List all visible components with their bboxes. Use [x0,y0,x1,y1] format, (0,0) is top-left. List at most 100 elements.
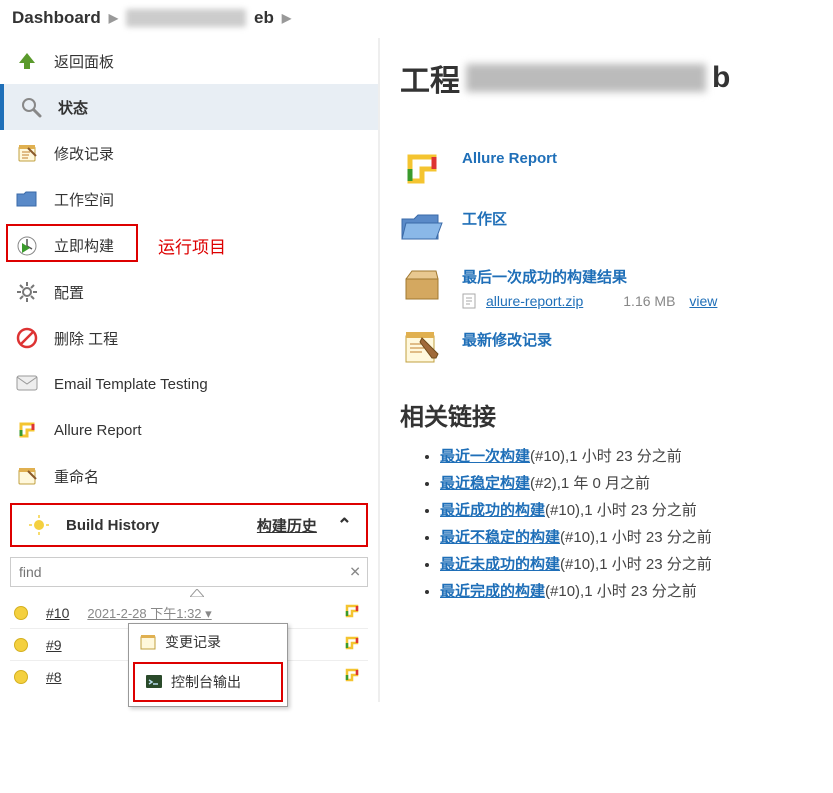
allure-icon [14,418,40,442]
sidebar: 返回面板 状态 修改记录 工作空间 [0,38,380,702]
breadcrumb: Dashboard ▶ eb ▶ [0,0,833,38]
breadcrumb-item-blurred [126,9,246,27]
gear-icon [14,280,40,304]
build-number[interactable]: #10 [46,605,69,621]
file-icon [462,293,476,309]
sidebar-item-email-template[interactable]: Email Template Testing [0,361,378,407]
build-history-list: #10 2021-2-28 下午1:32 ▾ 变更记录 控制台输出 [0,597,378,692]
chevron-right-icon: ▶ [282,11,291,25]
find-input[interactable] [11,558,367,586]
sidebar-item-label: 重命名 [54,466,99,487]
info-row-recent-changes: 最新修改记录 [400,319,813,377]
info-list: Allure Report 工作区 最后一次成功的构建结果 allure-rep… [400,140,813,377]
find-wrapper: ✕ [10,557,368,587]
sidebar-item-delete[interactable]: 删除 工程 [0,315,378,361]
main-content: 工程 b Allure Report 工作区 [380,38,833,702]
menu-caret-icon [190,589,204,597]
breadcrumb-tail: eb [254,8,274,28]
menu-item-label: 变更记录 [165,632,221,652]
allure-icon[interactable] [344,667,360,686]
related-link[interactable]: 最近未成功的构建 [440,556,560,573]
allure-icon[interactable] [344,635,360,654]
related-link[interactable]: 最近一次构建 [440,448,530,465]
sidebar-item-up[interactable]: 返回面板 [0,38,378,84]
recent-changes-link[interactable]: 最新修改记录 [462,332,552,349]
notepad-icon [14,141,40,165]
sidebar-item-label: 立即构建 [54,235,114,256]
menu-item-label: 控制台输出 [171,672,241,692]
folder-icon [14,187,40,211]
info-row-last-success: 最后一次成功的构建结果 allure-report.zip 1.16 MB vi… [400,256,813,319]
sidebar-item-workspace[interactable]: 工作空间 [0,176,378,222]
clear-icon[interactable]: ✕ [349,564,361,581]
menu-item-console[interactable]: 控制台输出 [133,662,283,702]
sidebar-list: 返回面板 状态 修改记录 工作空间 [0,38,378,499]
annotation-run-project: 运行项目 [158,233,226,258]
related-links-list: 最近一次构建(#10),1 小时 23 分之前 最近稳定构建(#2),1 年 0… [400,442,813,604]
arrow-up-icon [14,49,40,73]
build-history-title: Build History [66,517,159,534]
allure-icon [400,150,444,188]
folder-open-icon [400,208,444,246]
related-links-header: 相关链接 [400,397,813,432]
list-item: 最近一次构建(#10),1 小时 23 分之前 [440,442,813,469]
status-ball-unstable-icon [14,638,28,652]
clock-play-icon [14,234,40,258]
sidebar-item-label: 配置 [54,282,84,303]
notepad-icon [14,464,40,488]
artifact-size: 1.16 MB [623,293,675,309]
artifact-file-link[interactable]: allure-report.zip [486,293,583,309]
title-blurred [466,64,706,92]
list-item: 最近稳定构建(#2),1 年 0 月之前 [440,469,813,496]
related-link[interactable]: 最近不稳定的构建 [440,529,560,546]
sidebar-item-configure[interactable]: 配置 [0,269,378,315]
sidebar-item-label: 删除 工程 [54,328,118,349]
breadcrumb-dashboard[interactable]: Dashboard [12,8,101,28]
info-row-allure: Allure Report [400,140,813,198]
related-link[interactable]: 最近完成的构建 [440,583,545,600]
list-item: 最近未成功的构建(#10),1 小时 23 分之前 [440,550,813,577]
sidebar-item-label: 返回面板 [54,51,114,72]
sidebar-item-changes[interactable]: 修改记录 [0,130,378,176]
no-entry-icon [14,326,40,350]
terminal-icon [145,673,163,691]
build-history-row: #10 2021-2-28 下午1:32 ▾ 变更记录 控制台输出 [10,597,368,629]
sidebar-item-label: Allure Report [54,422,142,439]
last-success-link[interactable]: 最后一次成功的构建结果 [462,269,627,286]
related-link[interactable]: 最近稳定构建 [440,475,530,492]
chevron-up-icon: ⌃ [337,515,352,536]
build-time[interactable]: 2021-2-28 下午1:32 ▾ [87,603,211,622]
related-link[interactable]: 最近成功的构建 [440,502,545,519]
envelope-icon [14,372,40,396]
list-item: 最近完成的构建(#10),1 小时 23 分之前 [440,577,813,604]
build-number[interactable]: #8 [46,669,62,685]
sidebar-item-allure[interactable]: Allure Report [0,407,378,453]
sidebar-item-label: Email Template Testing [54,376,208,393]
sidebar-item-status[interactable]: 状态 [0,84,378,130]
sidebar-item-build-now[interactable]: 立即构建 运行项目 [0,222,378,269]
build-history-header[interactable]: Build History 构建历史 ⌃ [10,503,368,547]
sun-icon [26,513,52,537]
page-title: 工程 b [400,56,813,100]
notepad-icon [139,633,157,651]
menu-item-changes[interactable]: 变更记录 [129,624,287,660]
list-item: 最近不稳定的构建(#10),1 小时 23 分之前 [440,523,813,550]
search-icon [18,95,44,119]
status-ball-unstable-icon [14,670,28,684]
sidebar-item-label: 修改记录 [54,143,114,164]
chevron-right-icon: ▶ [109,11,118,25]
list-item: 最近成功的构建(#10),1 小时 23 分之前 [440,496,813,523]
build-context-menu: 变更记录 控制台输出 [128,623,288,707]
build-number[interactable]: #9 [46,637,62,653]
sidebar-item-rename[interactable]: 重命名 [0,453,378,499]
artifact-view-link[interactable]: view [689,293,717,309]
allure-icon[interactable] [344,603,360,622]
sidebar-item-label: 工作空间 [54,189,114,210]
allure-report-link[interactable]: Allure Report [462,150,557,167]
workspace-link[interactable]: 工作区 [462,211,507,228]
package-icon [400,266,444,304]
dropdown-caret-icon: ▾ [205,606,212,621]
notepad-pencil-icon [400,329,444,367]
build-history-link[interactable]: 构建历史 [257,515,317,536]
sidebar-item-label: 状态 [58,97,88,118]
